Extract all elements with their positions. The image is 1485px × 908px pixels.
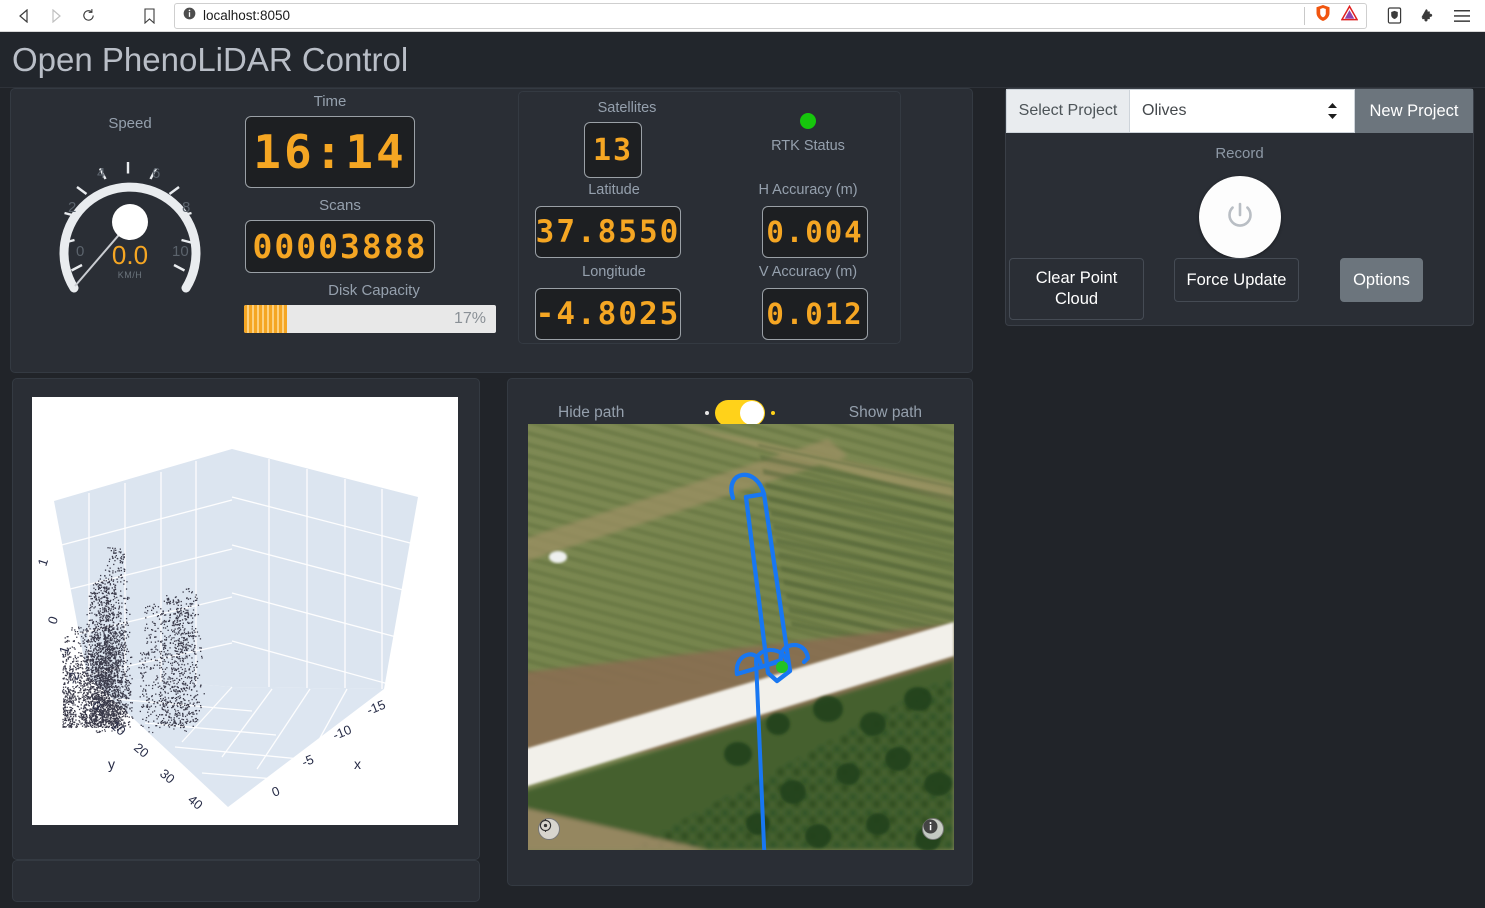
disk-capacity-bar: 17%: [244, 305, 496, 333]
svg-text:2: 2: [68, 199, 76, 216]
chevron-updown-icon: [1327, 102, 1338, 120]
project-select-row: Select Project Olives New Project: [1006, 89, 1473, 133]
app-header: Open PhenoLiDAR Control: [0, 32, 1485, 88]
svg-text:8: 8: [182, 199, 190, 216]
gps-panel: Satellites 13 Latitude 37.8550 Longitude…: [518, 91, 901, 344]
satellites-display: 13: [584, 122, 642, 178]
satellites-label: Satellites: [597, 100, 657, 116]
rtk-status-indicator: [800, 113, 816, 129]
options-button[interactable]: Options: [1340, 258, 1423, 302]
h-accuracy-value: 0.004: [766, 215, 864, 249]
longitude-display: -4.8025: [535, 288, 681, 340]
bookmark-icon[interactable]: [132, 2, 166, 30]
svg-text:4: 4: [97, 165, 105, 182]
gauges-panel: Speed 0 2 4 6 8 10 0.0 KM/H Time 16:14 S…: [10, 88, 973, 373]
current-position-marker: [776, 661, 788, 673]
time-display: 16:14: [245, 116, 415, 188]
project-select-value: Olives: [1142, 102, 1187, 119]
toggle-knob: [740, 401, 764, 425]
longitude-value: -4.8025: [535, 296, 681, 332]
site-info-icon[interactable]: [183, 7, 196, 25]
latitude-value: 37.8550: [535, 214, 681, 250]
point-cloud-footer: [12, 860, 480, 902]
show-path-label: Show path: [848, 404, 922, 421]
scans-display: 00003888: [245, 220, 435, 273]
speed-gauge-group: Speed 0 2 4 6 8 10 0.0 KM/H: [36, 115, 224, 301]
svg-text:6: 6: [152, 165, 160, 182]
reload-icon[interactable]: [72, 2, 104, 30]
extensions-puzzle-icon[interactable]: [1413, 2, 1443, 30]
satellites-value: 13: [592, 132, 634, 168]
time-label: Time: [313, 93, 347, 110]
disk-capacity-percent: 17%: [453, 310, 486, 327]
speed-label: Speed: [108, 115, 152, 132]
longitude-label: Longitude: [582, 264, 646, 280]
hide-path-label: Hide path: [558, 404, 625, 421]
hamburger-menu-icon[interactable]: [1447, 2, 1477, 30]
svg-text:y: y: [108, 756, 115, 772]
toggle-dot-left: [705, 411, 709, 415]
disk-capacity-label: Disk Capacity: [328, 282, 420, 299]
dashboard: Speed 0 2 4 6 8 10 0.0 KM/H Time 16:14 S…: [0, 88, 1485, 908]
extension-triangle-icon[interactable]: [1340, 4, 1359, 26]
brave-shield-icon[interactable]: [1315, 4, 1331, 27]
map-panel: Hide path Show path: [507, 378, 973, 886]
svg-text:30: 30: [157, 766, 178, 787]
svg-text:0: 0: [270, 783, 282, 800]
scans-label: Scans: [319, 197, 361, 214]
divider: [1304, 6, 1305, 25]
svg-text:10: 10: [108, 718, 129, 739]
project-select[interactable]: Olives: [1130, 89, 1355, 133]
scans-value: 00003888: [252, 227, 428, 266]
url-text: localhost:8050: [203, 8, 291, 23]
page-title: Open PhenoLiDAR Control: [12, 40, 409, 78]
point-cloud-plot[interactable]: 1 0 -1 -2 0 10 20 30 40 y -15 -10 -5 0 x: [32, 397, 458, 825]
record-button[interactable]: [1198, 176, 1281, 258]
locate-icon[interactable]: [538, 818, 560, 840]
project-panel: Select Project Olives New Project Record…: [1005, 88, 1474, 326]
speed-gauge: 0 2 4 6 8 10 0.0 KM/H: [44, 136, 216, 301]
show-path-toggle[interactable]: [705, 400, 775, 426]
v-accuracy-display: 0.012: [762, 288, 868, 340]
path-toggle-row: Hide path Show path: [508, 400, 972, 426]
v-accuracy-value: 0.012: [766, 297, 864, 331]
power-icon: [1223, 198, 1257, 237]
h-accuracy-display: 0.004: [762, 206, 868, 258]
info-icon[interactable]: [922, 818, 944, 840]
clear-point-cloud-button[interactable]: Clear Point Cloud: [1009, 258, 1144, 320]
url-bar[interactable]: localhost:8050: [174, 2, 1367, 29]
svg-text:20: 20: [131, 740, 152, 761]
back-arrow-icon[interactable]: [8, 2, 40, 30]
v-accuracy-label: V Accuracy (m): [758, 264, 858, 280]
disk-capacity-group: Disk Capacity 17%: [244, 282, 504, 333]
select-project-label: Select Project: [1006, 89, 1130, 133]
svg-text:x: x: [354, 756, 361, 772]
svg-text:40: 40: [185, 792, 206, 813]
wallet-icon[interactable]: [1379, 2, 1409, 30]
speed-unit: KM/H: [117, 270, 143, 280]
rtk-status-label: RTK Status: [771, 138, 845, 154]
point-cloud-panel: 1 0 -1 -2 0 10 20 30 40 y -15 -10 -5 0 x: [12, 378, 480, 860]
forward-arrow-icon[interactable]: [40, 2, 72, 30]
svg-text:-5: -5: [300, 752, 316, 770]
force-update-button[interactable]: Force Update: [1174, 258, 1299, 302]
h-accuracy-label: H Accuracy (m): [758, 182, 858, 198]
browser-toolbar: localhost:8050: [0, 0, 1485, 32]
new-project-button[interactable]: New Project: [1355, 89, 1473, 133]
disk-capacity-fill: [244, 305, 287, 333]
latitude-label: Latitude: [588, 182, 640, 198]
toggle-dot-right: [771, 411, 775, 415]
latitude-display: 37.8550: [535, 206, 681, 258]
record-label: Record: [1215, 145, 1264, 162]
time-value: 16:14: [253, 125, 407, 179]
speed-value: 0.0: [111, 240, 149, 270]
satellite-map[interactable]: [528, 424, 954, 850]
